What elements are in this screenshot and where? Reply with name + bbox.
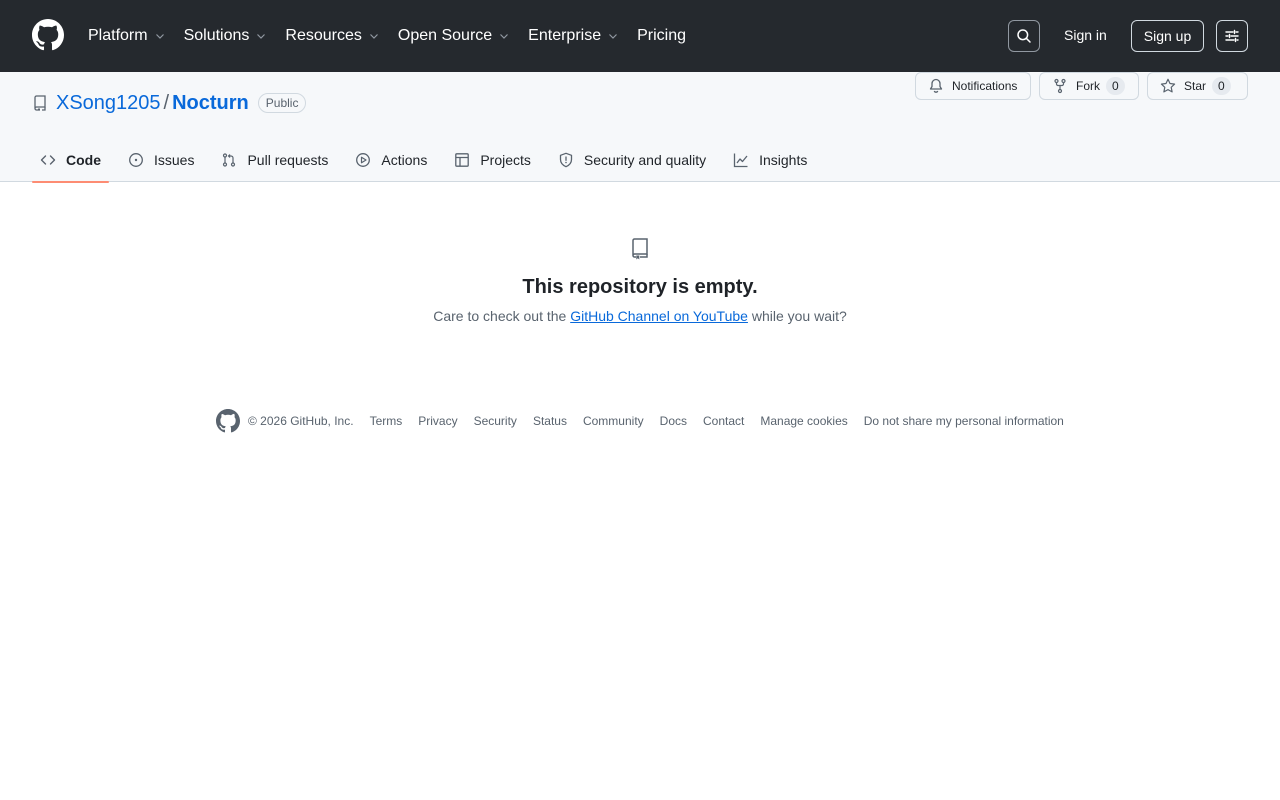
empty-desc-before: Care to check out the (433, 308, 571, 324)
tab-pull-requests[interactable]: Pull requests (213, 138, 336, 182)
star-count: 0 (1212, 77, 1231, 95)
tab-issues[interactable]: Issues (120, 138, 202, 182)
issue-icon (128, 152, 154, 168)
nav-label: Enterprise (528, 27, 602, 44)
chevron-down-icon (498, 30, 510, 42)
youtube-channel-link[interactable]: GitHub Channel on YouTube (570, 308, 748, 324)
tab-label: Actions (381, 152, 428, 168)
fork-count: 0 (1106, 77, 1125, 95)
footer-link-community[interactable]: Community (583, 414, 644, 428)
tab-projects[interactable]: Projects (446, 138, 539, 182)
nav-enterprise[interactable]: Enterprise (528, 27, 619, 45)
tab-label: Security and quality (583, 152, 707, 168)
pull-request-icon (221, 152, 247, 168)
chevron-down-icon (255, 30, 267, 42)
repo-header: XSong1205 / Nocturn Public Notifications… (0, 72, 1280, 183)
footer: © 2026 GitHub, Inc. Terms Privacy Securi… (216, 409, 1080, 433)
code-icon (40, 152, 66, 168)
chevron-down-icon (607, 30, 619, 42)
footer-link-manage-cookies[interactable]: Manage cookies (760, 414, 847, 428)
global-header: Platform Solutions Resources Open Source… (0, 0, 1280, 72)
star-label: Star (1184, 79, 1207, 93)
notifications-label: Notifications (952, 79, 1018, 93)
repo-tabs: Code Issues Pull requests Actions Projec… (32, 138, 826, 183)
path-separator: / (163, 91, 170, 114)
star-button[interactable]: Star 0 (1147, 72, 1248, 100)
tab-label: Projects (480, 152, 531, 168)
sign-in-link[interactable]: Sign in (1064, 27, 1107, 43)
sign-up-button[interactable]: Sign up (1131, 20, 1204, 52)
fork-label: Fork (1076, 79, 1100, 93)
nav-platform[interactable]: Platform (88, 27, 166, 45)
search-button[interactable] (1008, 20, 1040, 52)
global-nav: Platform Solutions Resources Open Source… (88, 0, 704, 72)
footer-link-docs[interactable]: Docs (660, 414, 687, 428)
star-icon (1160, 78, 1184, 94)
chevron-down-icon (368, 30, 380, 42)
empty-title: This repository is empty. (522, 276, 758, 298)
search-icon (1016, 28, 1032, 44)
github-mark-icon[interactable] (216, 409, 240, 433)
repo-name-link[interactable]: Nocturn (172, 92, 249, 115)
tab-code[interactable]: Code (32, 138, 109, 183)
repo-owner-link[interactable]: XSong1205 (56, 92, 161, 115)
sliders-icon (1224, 28, 1240, 44)
tab-insights[interactable]: Insights (725, 138, 815, 182)
repo-title: XSong1205 / Nocturn Public (32, 91, 307, 115)
nav-label: Pricing (637, 27, 686, 44)
footer-link-privacy[interactable]: Privacy (418, 414, 457, 428)
shield-icon (558, 152, 584, 168)
nav-label: Resources (285, 27, 362, 44)
footer-link-terms[interactable]: Terms (370, 414, 403, 428)
footer-link-do-not-share[interactable]: Do not share my personal information (864, 414, 1064, 428)
bell-icon (928, 78, 952, 94)
table-icon (454, 152, 480, 168)
notifications-button[interactable]: Notifications (915, 72, 1031, 100)
footer-link-security[interactable]: Security (474, 414, 517, 428)
tab-label: Code (66, 152, 101, 168)
settings-menu-button[interactable] (1216, 20, 1248, 52)
tab-actions[interactable]: Actions (347, 138, 435, 182)
repo-icon (628, 237, 652, 261)
fork-button[interactable]: Fork 0 (1039, 72, 1139, 100)
nav-label: Platform (88, 27, 148, 44)
nav-label: Solutions (183, 27, 250, 44)
empty-desc-after: while you wait? (747, 308, 847, 324)
visibility-badge: Public (257, 93, 307, 113)
footer-link-status[interactable]: Status (533, 414, 567, 428)
tab-label: Insights (759, 152, 808, 168)
copyright: © 2026 GitHub, Inc. (248, 414, 354, 428)
graph-icon (733, 152, 759, 168)
footer-link-contact[interactable]: Contact (703, 414, 744, 428)
play-icon (355, 152, 381, 168)
tab-security[interactable]: Security and quality (550, 138, 714, 182)
empty-description: Care to check out the GitHub Channel on … (0, 308, 1280, 324)
nav-pricing[interactable]: Pricing (637, 27, 686, 45)
tab-label: Issues (154, 152, 195, 168)
tab-label: Pull requests (247, 152, 329, 168)
repo-icon (32, 95, 48, 111)
github-logo-icon[interactable] (32, 19, 64, 51)
fork-icon (1052, 78, 1076, 94)
nav-resources[interactable]: Resources (285, 27, 379, 45)
nav-open-source[interactable]: Open Source (398, 27, 510, 45)
nav-label: Open Source (397, 27, 493, 44)
nav-solutions[interactable]: Solutions (184, 27, 268, 45)
chevron-down-icon (154, 30, 166, 42)
